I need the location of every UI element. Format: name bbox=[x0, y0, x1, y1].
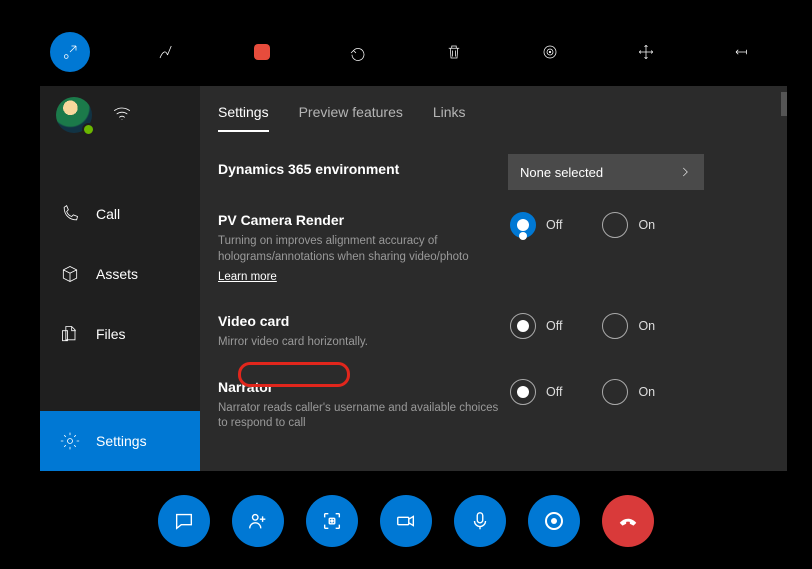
record-button[interactable] bbox=[528, 495, 580, 547]
action-bar bbox=[158, 495, 654, 547]
pv-on-label: On bbox=[638, 218, 655, 232]
pv-on-radio[interactable] bbox=[602, 212, 628, 238]
record-square-icon bbox=[254, 44, 270, 60]
video-button[interactable] bbox=[380, 495, 432, 547]
record-icon bbox=[545, 512, 563, 530]
env-title: Dynamics 365 environment bbox=[218, 161, 508, 177]
chat-button[interactable] bbox=[158, 495, 210, 547]
narrator-off-label: Off bbox=[546, 385, 562, 399]
scrollbar[interactable] bbox=[781, 92, 787, 116]
tab-links[interactable]: Links bbox=[433, 104, 466, 132]
sidebar-item-assets[interactable]: Assets bbox=[40, 244, 200, 304]
pv-title: PV Camera Render bbox=[218, 212, 508, 228]
sidebar-item-call[interactable]: Call bbox=[40, 184, 200, 244]
sidebar-item-label: Files bbox=[96, 326, 126, 342]
capture-button[interactable] bbox=[306, 495, 358, 547]
content-area: Settings Preview features Links Dynamics… bbox=[200, 86, 787, 471]
focus-button[interactable] bbox=[530, 32, 570, 72]
chevron-right-icon bbox=[678, 165, 692, 179]
delete-button[interactable] bbox=[434, 32, 474, 72]
wifi-icon bbox=[112, 103, 132, 128]
sidebar-item-label: Call bbox=[96, 206, 120, 222]
mic-button[interactable] bbox=[454, 495, 506, 547]
video-off-label: Off bbox=[546, 319, 562, 333]
pv-desc: Turning on improves alignment accuracy o… bbox=[218, 234, 508, 265]
move-button[interactable] bbox=[626, 32, 666, 72]
video-desc: Mirror video card horizontally. bbox=[218, 335, 508, 351]
pv-off-label: Off bbox=[546, 218, 562, 232]
collapse-button[interactable] bbox=[50, 32, 90, 72]
narrator-on-label: On bbox=[638, 385, 655, 399]
end-call-button[interactable] bbox=[602, 495, 654, 547]
tab-settings[interactable]: Settings bbox=[218, 104, 269, 132]
sidebar-item-label: Assets bbox=[96, 266, 138, 282]
sidebar-item-files[interactable]: Files bbox=[40, 304, 200, 364]
avatar[interactable] bbox=[56, 97, 92, 133]
narrator-on-radio[interactable] bbox=[602, 379, 628, 405]
pv-off-radio[interactable] bbox=[510, 212, 536, 238]
presence-available-icon bbox=[82, 123, 95, 136]
stop-record-button[interactable] bbox=[242, 32, 282, 72]
video-title: Video card bbox=[218, 313, 508, 329]
video-on-label: On bbox=[638, 319, 655, 333]
env-select-label: None selected bbox=[520, 165, 603, 180]
env-select[interactable]: None selected bbox=[508, 154, 704, 190]
ink-button[interactable] bbox=[146, 32, 186, 72]
sidebar-item-settings[interactable]: Settings bbox=[40, 411, 200, 471]
tab-preview-features[interactable]: Preview features bbox=[299, 104, 403, 132]
narrator-title: Narrator bbox=[218, 379, 508, 395]
learn-more-link[interactable]: Learn more bbox=[218, 271, 277, 283]
narrator-off-radio[interactable] bbox=[510, 379, 536, 405]
pin-button[interactable] bbox=[722, 32, 762, 72]
video-on-radio[interactable] bbox=[602, 313, 628, 339]
sidebar: Call Assets Files Settings bbox=[40, 86, 200, 471]
sidebar-item-label: Settings bbox=[96, 433, 147, 449]
narrator-desc: Narrator reads caller's username and ava… bbox=[218, 401, 508, 432]
people-button[interactable] bbox=[232, 495, 284, 547]
undo-button[interactable] bbox=[338, 32, 378, 72]
settings-panel: Call Assets Files Settings Settings Prev… bbox=[40, 86, 787, 471]
video-off-radio[interactable] bbox=[510, 313, 536, 339]
